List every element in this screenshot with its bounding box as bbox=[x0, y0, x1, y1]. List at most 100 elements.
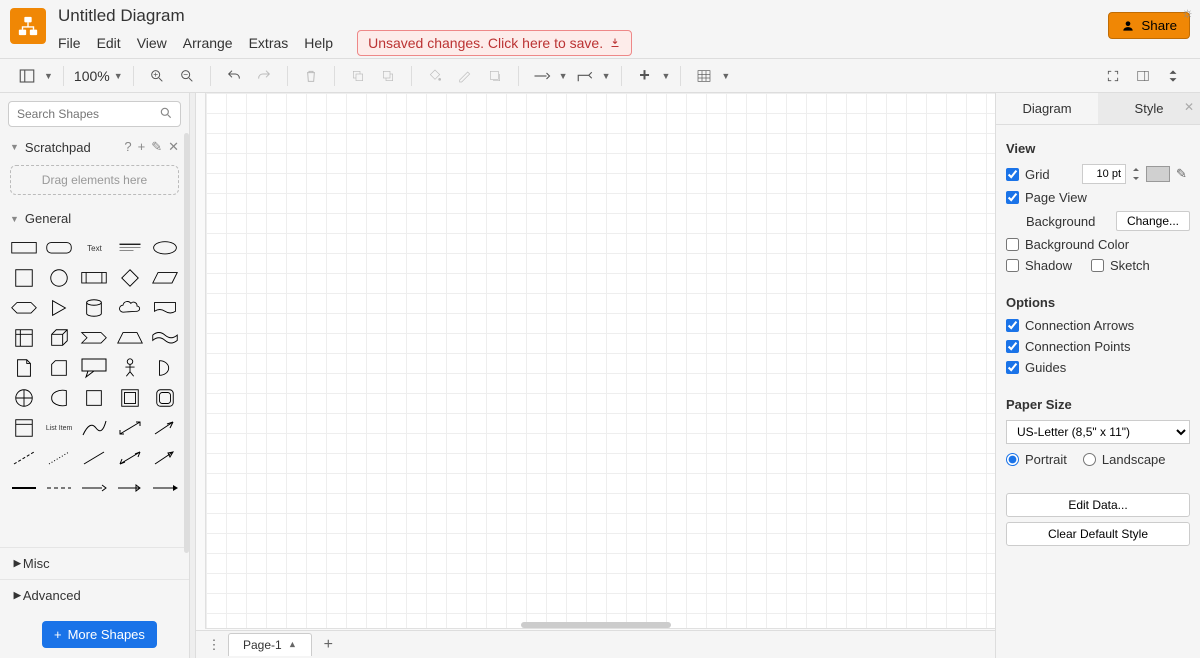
chevron-down-icon[interactable]: ▼ bbox=[602, 71, 611, 81]
zoom-in-button[interactable] bbox=[144, 63, 170, 89]
tab-style[interactable]: Style✕ bbox=[1098, 93, 1200, 124]
shape-data-storage[interactable] bbox=[79, 386, 110, 410]
redo-button[interactable] bbox=[251, 63, 277, 89]
unsaved-changes-button[interactable]: Unsaved changes. Click here to save. bbox=[357, 30, 632, 56]
pencil-icon[interactable]: ✎ bbox=[1176, 166, 1190, 182]
edit-data-button[interactable]: Edit Data... bbox=[1006, 493, 1190, 517]
shape-internal-storage[interactable] bbox=[8, 326, 39, 350]
chevron-down-icon[interactable]: ▼ bbox=[44, 71, 53, 81]
shape-double-rounded[interactable] bbox=[150, 386, 181, 410]
page-tab[interactable]: Page-1 ▼ bbox=[228, 633, 312, 656]
add-page-button[interactable]: + bbox=[316, 636, 341, 654]
table-button[interactable] bbox=[691, 63, 717, 89]
shape-curve[interactable] bbox=[79, 416, 110, 440]
shape-harrow-open[interactable] bbox=[79, 476, 110, 500]
plus-icon[interactable]: + bbox=[138, 139, 146, 155]
bg-color-checkbox[interactable] bbox=[1006, 238, 1019, 251]
shape-step[interactable] bbox=[79, 326, 110, 350]
shape-bidir-arrow[interactable] bbox=[114, 416, 145, 440]
shape-link[interactable] bbox=[8, 476, 39, 500]
shape-directional[interactable] bbox=[150, 446, 181, 470]
conn-points-checkbox[interactable] bbox=[1006, 340, 1019, 353]
search-icon[interactable] bbox=[159, 106, 173, 120]
stepper-icon[interactable] bbox=[1132, 166, 1140, 182]
shape-text[interactable]: Text bbox=[79, 236, 110, 260]
grid-color-swatch[interactable] bbox=[1146, 166, 1170, 182]
waypoints-button[interactable] bbox=[572, 63, 598, 89]
shape-bidir-connector[interactable] bbox=[114, 446, 145, 470]
sidebar-toggle-button[interactable] bbox=[14, 63, 40, 89]
shape-list[interactable] bbox=[8, 416, 39, 440]
shape-harrow-thin[interactable] bbox=[114, 476, 145, 500]
chevron-down-icon[interactable]: ▼ bbox=[559, 71, 568, 81]
paper-size-select[interactable]: US-Letter (8,5" x 11") bbox=[1006, 420, 1190, 444]
collapse-expand-button[interactable] bbox=[1160, 63, 1186, 89]
document-title[interactable]: Untitled Diagram bbox=[58, 6, 1108, 26]
scratchpad-header[interactable]: ▼ Scratchpad ? + ✎ ✕ bbox=[0, 135, 189, 159]
shape-list-item[interactable]: List Item bbox=[43, 416, 74, 440]
advanced-section[interactable]: ▼ Advanced bbox=[0, 579, 189, 611]
shape-card[interactable] bbox=[43, 356, 74, 380]
shape-diamond[interactable] bbox=[114, 266, 145, 290]
shape-dotted-line[interactable] bbox=[43, 446, 74, 470]
shape-parallelogram[interactable] bbox=[150, 266, 181, 290]
tab-diagram[interactable]: Diagram bbox=[996, 93, 1098, 124]
shape-arrow[interactable] bbox=[150, 416, 181, 440]
canvas-scrollbar[interactable] bbox=[521, 622, 671, 628]
shape-hline-dashed[interactable] bbox=[43, 476, 74, 500]
format-panel-button[interactable] bbox=[1130, 63, 1156, 89]
menu-file[interactable]: File bbox=[58, 35, 81, 51]
shape-cloud[interactable] bbox=[114, 296, 145, 320]
undo-button[interactable] bbox=[221, 63, 247, 89]
shape-double-rect[interactable] bbox=[114, 386, 145, 410]
fill-color-button[interactable] bbox=[422, 63, 448, 89]
close-icon[interactable]: ✕ bbox=[1184, 100, 1194, 114]
portrait-radio[interactable] bbox=[1006, 453, 1019, 466]
chevron-down-icon[interactable]: ▼ bbox=[662, 71, 671, 81]
share-button[interactable]: Share bbox=[1108, 12, 1190, 39]
guides-checkbox[interactable] bbox=[1006, 361, 1019, 374]
clear-default-style-button[interactable]: Clear Default Style bbox=[1006, 522, 1190, 546]
to-back-button[interactable] bbox=[375, 63, 401, 89]
menu-extras[interactable]: Extras bbox=[249, 35, 289, 51]
help-icon[interactable]: ? bbox=[124, 139, 131, 155]
insert-button[interactable]: + bbox=[632, 63, 658, 89]
menu-arrange[interactable]: Arrange bbox=[183, 35, 233, 51]
shadow-button[interactable] bbox=[482, 63, 508, 89]
more-shapes-button[interactable]: + More Shapes bbox=[42, 621, 157, 648]
grid-checkbox[interactable] bbox=[1006, 168, 1019, 181]
pages-menu-icon[interactable]: ⋮ bbox=[204, 637, 224, 653]
menu-view[interactable]: View bbox=[137, 35, 167, 51]
shape-line[interactable] bbox=[79, 446, 110, 470]
line-color-button[interactable] bbox=[452, 63, 478, 89]
delete-button[interactable] bbox=[298, 63, 324, 89]
close-icon[interactable]: ✕ bbox=[168, 139, 179, 155]
shape-hexagon[interactable] bbox=[8, 296, 39, 320]
menu-help[interactable]: Help bbox=[304, 35, 333, 51]
shape-textbox[interactable] bbox=[114, 236, 145, 260]
shape-cylinder[interactable] bbox=[79, 296, 110, 320]
shape-tape[interactable] bbox=[150, 326, 181, 350]
shape-circle[interactable] bbox=[43, 266, 74, 290]
shape-rounded-rect[interactable] bbox=[43, 236, 74, 260]
landscape-radio[interactable] bbox=[1083, 453, 1096, 466]
shape-square[interactable] bbox=[8, 266, 39, 290]
pencil-icon[interactable]: ✎ bbox=[151, 139, 162, 155]
shape-process[interactable] bbox=[79, 266, 110, 290]
shape-harrow-filled[interactable] bbox=[150, 476, 181, 500]
search-shapes-input[interactable] bbox=[8, 101, 181, 127]
shape-callout[interactable] bbox=[79, 356, 110, 380]
scratchpad-dropzone[interactable]: Drag elements here bbox=[10, 165, 179, 195]
sidebar-scrollbar[interactable] bbox=[184, 133, 189, 553]
shape-and[interactable] bbox=[43, 386, 74, 410]
brightness-icon[interactable]: ☼ bbox=[1181, 4, 1194, 20]
zoom-dropdown[interactable]: 100% ▼ bbox=[74, 68, 123, 84]
fullscreen-button[interactable] bbox=[1100, 63, 1126, 89]
shape-rectangle[interactable] bbox=[8, 236, 39, 260]
menu-edit[interactable]: Edit bbox=[97, 35, 121, 51]
shape-trapezoid[interactable] bbox=[114, 326, 145, 350]
canvas-paper[interactable] bbox=[206, 93, 995, 628]
conn-arrows-checkbox[interactable] bbox=[1006, 319, 1019, 332]
shape-note[interactable] bbox=[8, 356, 39, 380]
shape-cube[interactable] bbox=[43, 326, 74, 350]
